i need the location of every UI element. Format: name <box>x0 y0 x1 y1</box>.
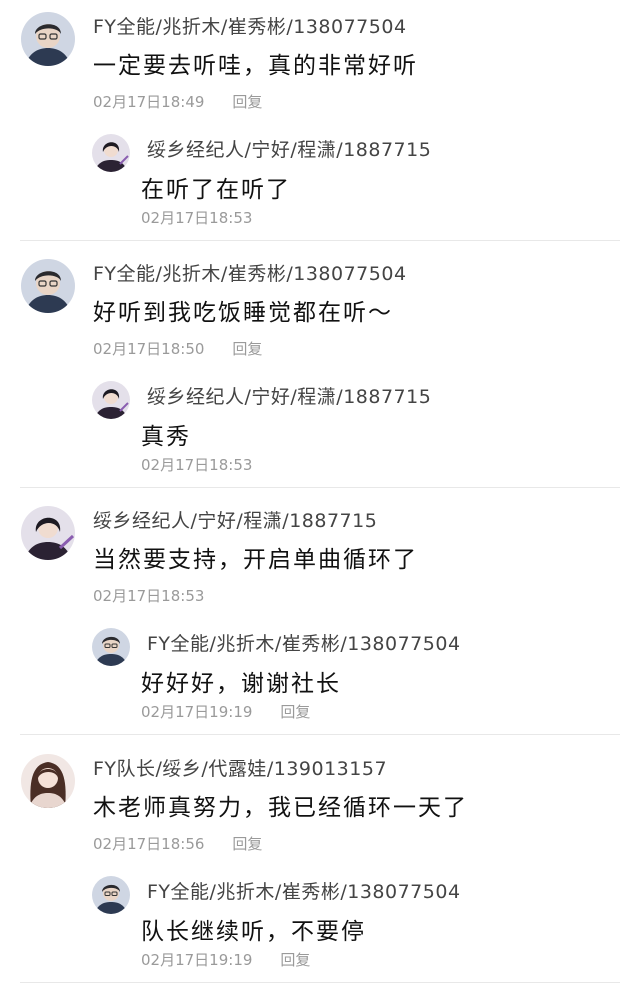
comment-text: 队长继续听，不要停 <box>141 919 366 945</box>
user-avatar[interactable] <box>92 381 130 419</box>
comment-username[interactable]: 绥乡经纪人/宁好/程潇/1887715 <box>147 135 431 162</box>
comment-text: 真秀 <box>141 424 191 450</box>
comment-meta: 02月17日18:53 <box>141 207 252 228</box>
user-avatar[interactable] <box>21 506 75 560</box>
comment-username[interactable]: FY全能/兆折木/崔秀彬/138077504 <box>93 12 407 39</box>
comment-meta: 02月17日19:19 回复 <box>141 701 310 722</box>
comment-time: 02月17日18:53 <box>141 209 253 227</box>
comment-text: 在听了在听了 <box>141 177 291 203</box>
user-avatar[interactable] <box>92 134 130 172</box>
comment-username[interactable]: FY全能/兆折木/崔秀彬/138077504 <box>93 259 407 286</box>
comment-time: 02月17日19:19 <box>141 703 253 721</box>
comment-time: 02月17日18:49 <box>93 93 205 111</box>
user-avatar[interactable] <box>92 628 130 666</box>
user-avatar[interactable] <box>21 754 75 808</box>
comment-text: 好好好，谢谢社长 <box>141 671 341 697</box>
comment-meta: 02月17日18:49 回复 <box>93 91 262 112</box>
comment-text: 木老师真努力，我已经循环一天了 <box>93 795 468 821</box>
user-avatar[interactable] <box>92 876 130 914</box>
thread-divider <box>20 982 620 983</box>
reply-button[interactable]: 回复 <box>232 93 262 111</box>
comment-time: 02月17日19:19 <box>141 951 253 969</box>
user-avatar[interactable] <box>21 12 75 66</box>
comment-time: 02月17日18:50 <box>93 340 205 358</box>
comment-username[interactable]: 绥乡经纪人/宁好/程潇/1887715 <box>93 506 377 533</box>
comment-time: 02月17日18:53 <box>141 456 253 474</box>
reply-button[interactable]: 回复 <box>232 835 262 853</box>
comment-time: 02月17日18:53 <box>93 587 205 605</box>
comment-time: 02月17日18:56 <box>93 835 205 853</box>
comment-username[interactable]: 绥乡经纪人/宁好/程潇/1887715 <box>147 382 431 409</box>
comment-username[interactable]: FY队长/绥乡/代露娃/139013157 <box>93 754 387 781</box>
comment-meta: 02月17日18:56 回复 <box>93 833 262 854</box>
comment-username[interactable]: FY全能/兆折木/崔秀彬/138077504 <box>147 629 461 656</box>
thread-divider <box>20 734 620 735</box>
reply-button[interactable]: 回复 <box>232 340 262 358</box>
thread-divider <box>20 487 620 488</box>
comment-username[interactable]: FY全能/兆折木/崔秀彬/138077504 <box>147 877 461 904</box>
comment-text: 好听到我吃饭睡觉都在听～ <box>93 300 393 326</box>
reply-button[interactable]: 回复 <box>280 703 310 721</box>
user-avatar[interactable] <box>21 259 75 313</box>
comment-text: 当然要支持，开启单曲循环了 <box>93 547 418 573</box>
comment-meta: 02月17日19:19 回复 <box>141 949 310 970</box>
comment-meta: 02月17日18:53 <box>93 585 204 606</box>
comment-meta: 02月17日18:50 回复 <box>93 338 262 359</box>
comment-text: 一定要去听哇，真的非常好听 <box>93 53 418 79</box>
reply-button[interactable]: 回复 <box>280 951 310 969</box>
comment-meta: 02月17日18:53 <box>141 454 252 475</box>
thread-divider <box>20 240 620 241</box>
